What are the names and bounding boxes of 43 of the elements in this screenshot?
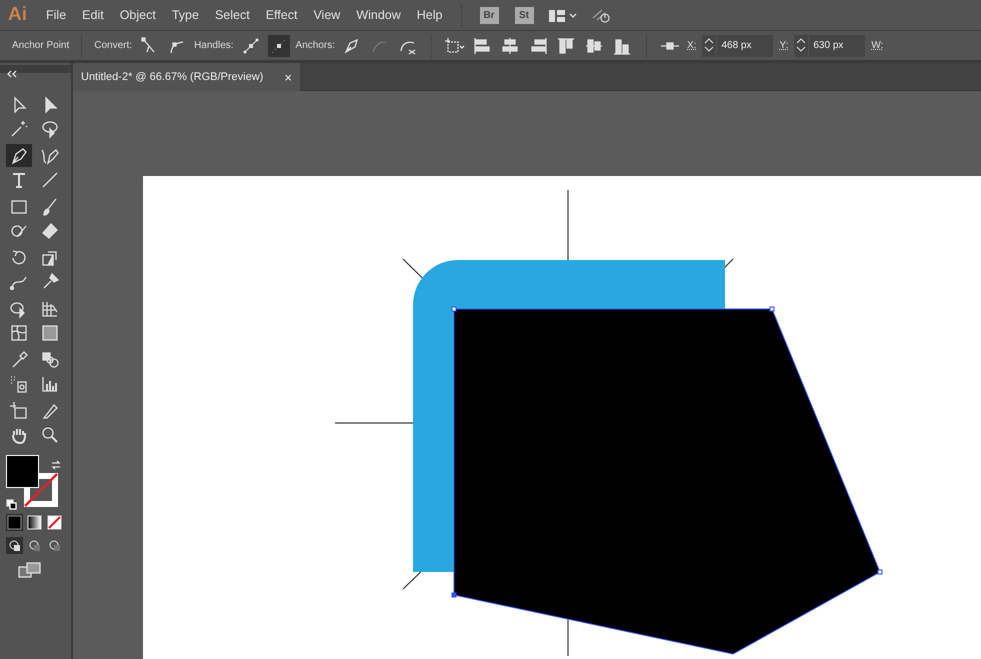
anchors-label: Anchors: [296,39,335,53]
app-logo: Ai [7,2,28,27]
handles-label: Handles: [194,39,234,53]
align-to-icon[interactable] [444,36,466,54]
stepper-icon[interactable] [702,34,716,56]
app-button[interactable]: St [514,6,534,24]
x-field[interactable]: 468 px [717,34,774,56]
menu-item[interactable]: Window [348,6,409,24]
align-middle-icon[interactable] [585,36,605,54]
menu-item[interactable]: File [38,6,74,24]
menu-item[interactable]: View [305,6,348,24]
menu-item[interactable]: Select [206,6,258,24]
x-label: X: [687,39,696,53]
document-tab[interactable]: Untitled-2* @ 66.67% (RGB/Preview) × [73,63,300,91]
stepper-icon[interactable] [794,34,808,56]
default-colors-icon[interactable] [6,498,18,511]
align-top-icon[interactable] [557,36,577,54]
draw-normal-button[interactable] [6,537,23,554]
collapse-icon[interactable] [6,70,18,78]
menu-item[interactable]: Object [112,6,164,24]
close-button[interactable]: × [284,70,292,84]
menu-item[interactable]: Edit [74,6,112,24]
w-label: W: [871,39,884,53]
fill-swatch[interactable] [6,455,39,488]
screen-mode-icon[interactable] [18,562,42,578]
none-button[interactable] [46,514,63,531]
color-button[interactable] [6,514,23,531]
align-bottom-icon[interactable] [613,36,633,54]
workspace-icon[interactable] [548,8,578,24]
menu-item[interactable]: Type [164,6,207,24]
menu-item[interactable]: Help [408,6,450,24]
convert-label: Convert: [94,39,132,53]
swap-icon[interactable] [50,458,62,471]
tool-name: Anchor Point [12,39,70,53]
menu-item[interactable]: Effect [258,6,306,24]
pentagon-shape[interactable] [454,308,881,655]
align-right-icon[interactable] [529,36,549,54]
document-title: Untitled-2* @ 66.67% (RGB/Preview) [81,70,264,85]
app-button[interactable]: Br [480,6,498,24]
y-label: Y: [779,39,788,53]
gradient-button[interactable] [26,514,43,531]
y-field[interactable]: 630 px [809,34,866,56]
anchor-points[interactable] [452,306,882,598]
